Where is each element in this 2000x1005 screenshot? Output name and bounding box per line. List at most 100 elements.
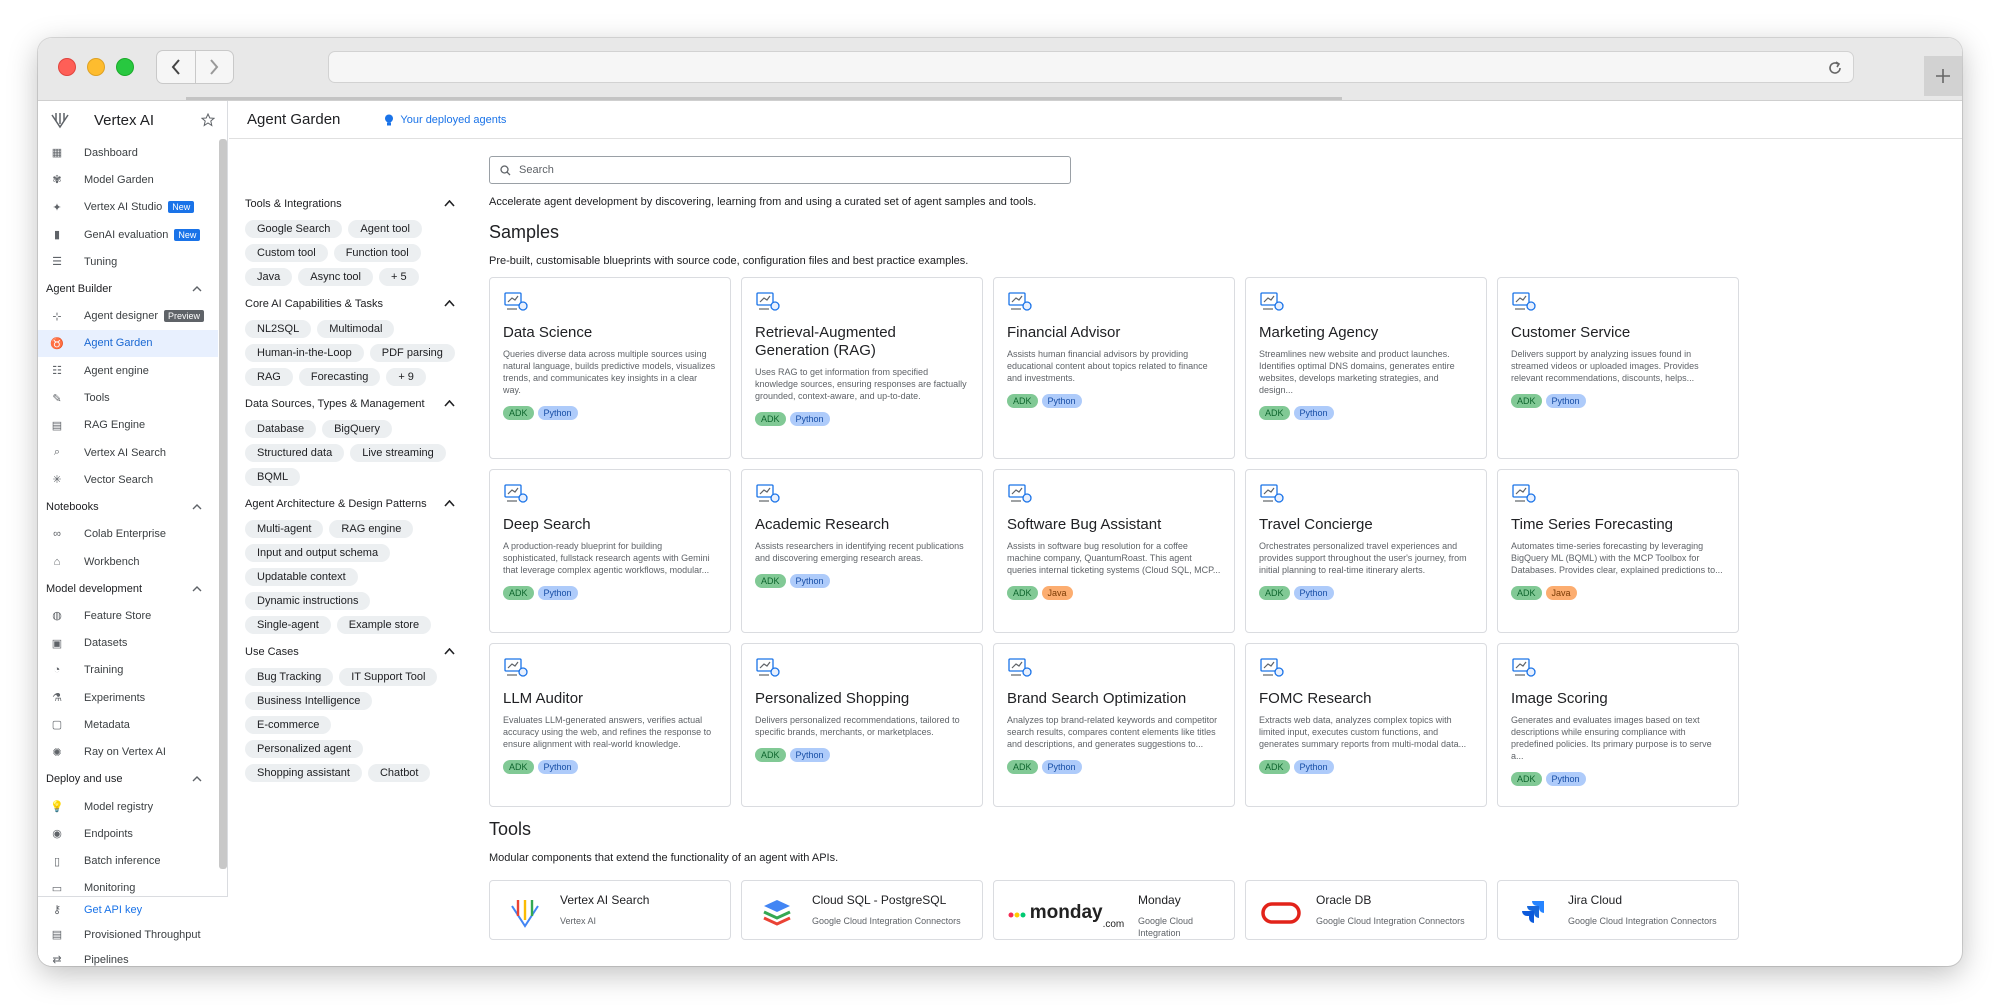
sidebar-item[interactable]: ✺ Ray on Vertex AI bbox=[38, 739, 218, 766]
sidebar-item[interactable]: ◔ Training bbox=[38, 657, 218, 684]
sidebar-item[interactable]: ☷ Agent engine bbox=[38, 357, 218, 384]
sample-card[interactable]: Travel Concierge Orchestrates personalize… bbox=[1245, 469, 1487, 633]
chevron-up-icon[interactable] bbox=[192, 501, 202, 513]
filter-chip[interactable]: Forecasting bbox=[298, 368, 381, 386]
sidebar-item[interactable]: ✳ Vector Search bbox=[38, 466, 218, 493]
sidebar-item[interactable]: ✾ Model Garden bbox=[38, 166, 218, 193]
filter-chip[interactable]: + 5 bbox=[379, 268, 419, 286]
filter-chip[interactable]: + 9 bbox=[386, 368, 426, 386]
sidebar-item[interactable]: ☰ Tuning bbox=[38, 248, 218, 275]
search-input[interactable]: Search bbox=[489, 156, 1071, 184]
sidebar-item[interactable]: ⇄ Pipelines bbox=[38, 947, 228, 967]
filter-section-header[interactable]: Core AI Capabilities & Tasks bbox=[245, 296, 455, 312]
sidebar-item[interactable]: ▤ Provisioned Throughput bbox=[38, 922, 228, 947]
sample-card[interactable]: Deep Search A production-ready blueprint … bbox=[489, 469, 731, 633]
filter-chip[interactable]: IT Support Tool bbox=[339, 668, 438, 686]
filter-chip[interactable]: Input and output schema bbox=[245, 544, 391, 562]
filter-chip[interactable]: Business Intelligence bbox=[245, 692, 373, 710]
sidebar-item[interactable]: ▯ Batch inference bbox=[38, 848, 218, 875]
deployed-agents-link[interactable]: Your deployed agents bbox=[384, 114, 506, 126]
filter-chip[interactable]: Chatbot bbox=[367, 764, 431, 782]
sidebar-item[interactable]: ⚗ Experiments bbox=[38, 684, 218, 711]
sample-card[interactable]: Customer Service Delivers support by anal… bbox=[1497, 277, 1739, 459]
filter-chip[interactable]: Single-agent bbox=[245, 616, 331, 634]
filter-chip[interactable]: Database bbox=[245, 420, 317, 438]
sample-card[interactable]: LLM Auditor Evaluates LLM-generated answe… bbox=[489, 643, 731, 807]
sidebar-section-header[interactable]: Deploy and use bbox=[38, 766, 218, 793]
filter-chip[interactable]: Multimodal bbox=[317, 320, 395, 338]
filter-section-header[interactable]: Tools & Integrations bbox=[245, 196, 455, 212]
filter-chip[interactable]: BigQuery bbox=[322, 420, 392, 438]
filter-chip[interactable]: Updatable context bbox=[245, 568, 358, 586]
tool-card[interactable]: Vertex AI Search Vertex AI bbox=[489, 880, 731, 940]
sample-card[interactable]: Brand Search Optimization Analyzes top br… bbox=[993, 643, 1235, 807]
sidebar-item[interactable]: ⚷ Get API key bbox=[38, 897, 228, 922]
filter-chip[interactable]: Shopping assistant bbox=[245, 764, 362, 782]
new-tab-button[interactable] bbox=[1924, 56, 1962, 96]
minimize-window-button[interactable] bbox=[87, 58, 105, 76]
sidebar-item[interactable]: ▦ Dashboard bbox=[38, 139, 218, 166]
filter-chip[interactable]: Live streaming bbox=[350, 444, 446, 462]
forward-button[interactable] bbox=[194, 51, 233, 83]
reload-icon[interactable] bbox=[1825, 58, 1845, 78]
sidebar-item[interactable]: ⌕ Vertex AI Search bbox=[38, 439, 218, 466]
filter-chip[interactable]: Structured data bbox=[245, 444, 345, 462]
chevron-up-icon[interactable] bbox=[444, 298, 455, 310]
filter-chip[interactable]: Java bbox=[245, 268, 293, 286]
chevron-up-icon[interactable] bbox=[192, 583, 202, 595]
sidebar-item[interactable]: ▢ Metadata bbox=[38, 711, 218, 738]
address-bar[interactable] bbox=[328, 51, 1854, 83]
filter-chip[interactable]: Bug Tracking bbox=[245, 668, 334, 686]
sample-card[interactable]: Academic Research Assists researchers in … bbox=[741, 469, 983, 633]
sidebar-item[interactable]: ∞ Colab Enterprise bbox=[38, 521, 218, 548]
close-window-button[interactable] bbox=[58, 58, 76, 76]
filter-chip[interactable]: Multi-agent bbox=[245, 520, 324, 538]
filter-chip[interactable]: Personalized agent bbox=[245, 740, 364, 758]
tool-card[interactable]: Cloud SQL - PostgreSQL Google Cloud Integ… bbox=[741, 880, 983, 940]
chevron-up-icon[interactable] bbox=[444, 646, 455, 658]
filter-chip[interactable]: BQML bbox=[245, 468, 301, 486]
sidebar-item[interactable]: ◍ Feature Store bbox=[38, 602, 218, 629]
sample-card[interactable]: Retrieval-Augmented Generation (RAG) Uses… bbox=[741, 277, 983, 459]
sample-card[interactable]: Data Science Queries diverse data across … bbox=[489, 277, 731, 459]
sidebar-item[interactable]: ✎ Tools bbox=[38, 384, 218, 411]
filter-chip[interactable]: RAG engine bbox=[329, 520, 414, 538]
sidebar-section-header[interactable]: Notebooks bbox=[38, 494, 218, 521]
back-button[interactable] bbox=[157, 51, 195, 83]
sample-card[interactable]: Personalized Shopping Delivers personaliz… bbox=[741, 643, 983, 807]
filter-chip[interactable]: Dynamic instructions bbox=[245, 592, 371, 610]
sample-card[interactable]: Software Bug Assistant Assists in softwar… bbox=[993, 469, 1235, 633]
filter-chip[interactable]: NL2SQL bbox=[245, 320, 312, 338]
sidebar-item[interactable]: ◉ Endpoints bbox=[38, 820, 218, 847]
filter-section-header[interactable]: Data Sources, Types & Management bbox=[245, 396, 455, 412]
sidebar-item[interactable]: ⊹ Agent designer Preview bbox=[38, 302, 218, 329]
sample-card[interactable]: FOMC Research Extracts web data, analyzes… bbox=[1245, 643, 1487, 807]
filter-chip[interactable]: Google Search bbox=[245, 220, 343, 238]
filter-chip[interactable]: PDF parsing bbox=[369, 344, 455, 362]
filter-chip[interactable]: Example store bbox=[336, 616, 432, 634]
sidebar-item[interactable]: ✦ Vertex AI Studio New bbox=[38, 194, 218, 221]
sidebar-item[interactable]: ♉ Agent Garden bbox=[38, 329, 218, 358]
sidebar-section-header[interactable]: Model development bbox=[38, 575, 218, 602]
chevron-up-icon[interactable] bbox=[444, 398, 455, 410]
sidebar-item[interactable]: ▤ RAG Engine bbox=[38, 412, 218, 439]
chevron-up-icon[interactable] bbox=[192, 773, 202, 785]
sidebar-item[interactable]: ▮ GenAI evaluation New bbox=[38, 221, 218, 248]
filter-section-header[interactable]: Use Cases bbox=[245, 644, 455, 660]
sample-card[interactable]: Marketing Agency Streamlines new website … bbox=[1245, 277, 1487, 459]
chevron-up-icon[interactable] bbox=[192, 283, 202, 295]
filter-chip[interactable]: Function tool bbox=[333, 244, 421, 262]
filter-chip[interactable]: Async tool bbox=[298, 268, 373, 286]
filter-chip[interactable]: E-commerce bbox=[245, 716, 332, 734]
star-icon[interactable] bbox=[201, 113, 215, 127]
filter-chip[interactable]: Agent tool bbox=[348, 220, 422, 238]
maximize-window-button[interactable] bbox=[116, 58, 134, 76]
sample-card[interactable]: Time Series Forecasting Automates time-se… bbox=[1497, 469, 1739, 633]
filter-chip[interactable]: RAG bbox=[245, 368, 293, 386]
tool-card[interactable]: Jira Cloud Google Cloud Integration Conne… bbox=[1497, 880, 1739, 940]
sidebar-section-header[interactable]: Agent Builder bbox=[38, 275, 218, 302]
filter-chip[interactable]: Human-in-the-Loop bbox=[245, 344, 364, 362]
sample-card[interactable]: Financial Advisor Assists human financial… bbox=[993, 277, 1235, 459]
sidebar-scrollbar[interactable] bbox=[219, 139, 227, 869]
sidebar-item[interactable]: ▣ Datasets bbox=[38, 629, 218, 656]
